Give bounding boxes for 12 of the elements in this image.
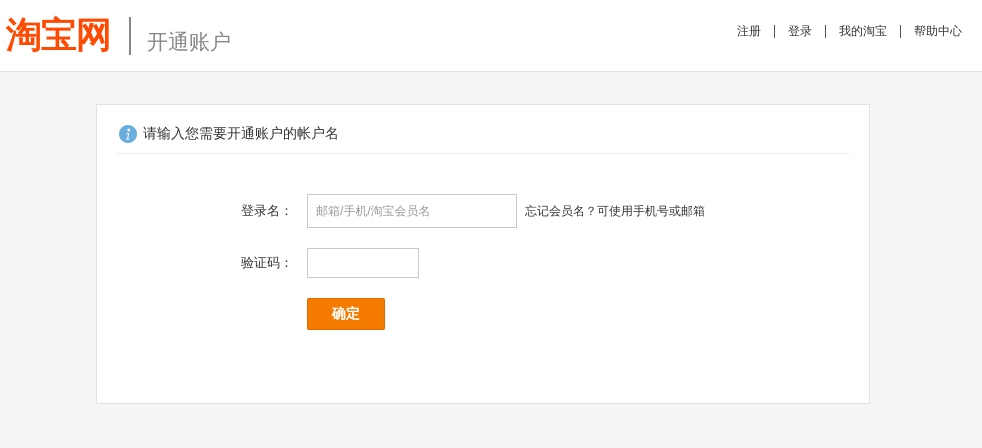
nav-link[interactable]: 注册	[724, 25, 774, 38]
field-label: 登录名：	[240, 203, 293, 220]
panel-title: 请输入您需要开通账户的帐户名	[143, 125, 339, 143]
info-icon	[119, 125, 137, 143]
input-field[interactable]: 邮箱/手机/淘宝会员名	[307, 194, 517, 228]
input-field[interactable]	[307, 248, 419, 278]
field-hint: 忘记会员名？可使用手机号或邮箱	[525, 202, 705, 220]
page-subtitle: 开通账户	[147, 28, 231, 56]
nav-link[interactable]: 帮助中心	[900, 25, 962, 38]
nav-link[interactable]: 登录	[774, 25, 825, 38]
field-label: 验证码：	[240, 255, 293, 272]
nav-link[interactable]: 我的淘宝	[825, 25, 900, 38]
